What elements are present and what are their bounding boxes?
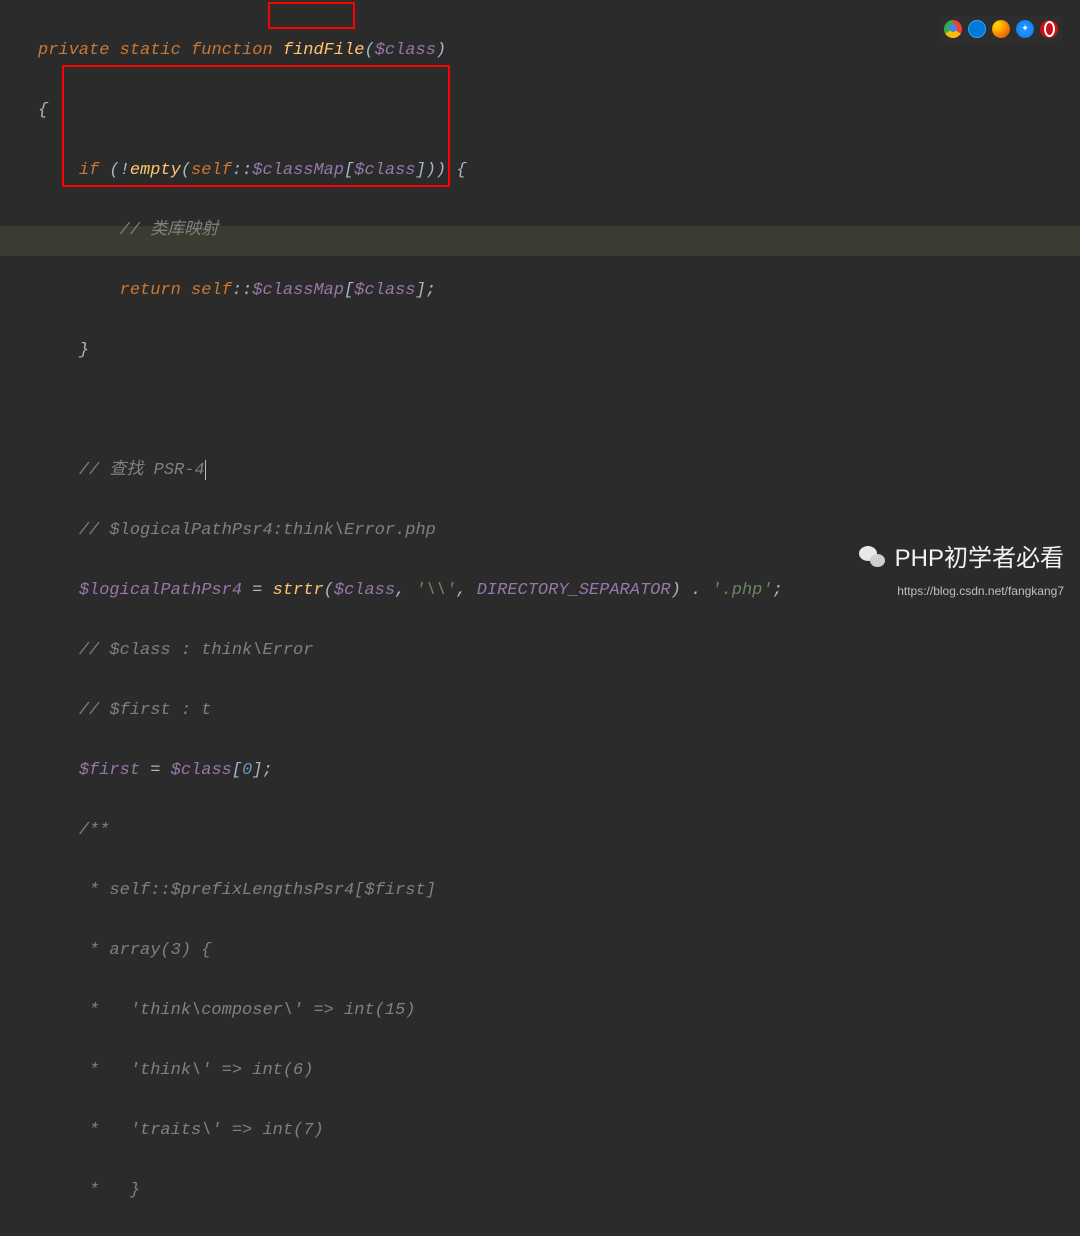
code-line: /** <box>38 816 1072 846</box>
code-line: * array(3) { <box>38 936 1072 966</box>
code-line <box>38 396 1072 426</box>
code-line: private static function findFile($class) <box>38 36 1072 66</box>
code-line: // $logicalPathPsr4:think\Error.php <box>38 516 1072 546</box>
code-line: * 'think\composer\' => int(15) <box>38 996 1072 1026</box>
code-line: // 类库映射 <box>38 216 1072 246</box>
wechat-icon <box>859 544 889 574</box>
code-line: return self::$classMap[$class]; <box>38 276 1072 306</box>
chrome-icon[interactable] <box>944 20 962 38</box>
firefox-icon[interactable] <box>992 20 1010 38</box>
opera-icon[interactable] <box>1040 20 1058 38</box>
safari-icon[interactable] <box>1016 20 1034 38</box>
code-line: } <box>38 336 1072 366</box>
code-editor[interactable]: private static function findFile($class)… <box>0 0 1080 1236</box>
code-line: * 'traits\' => int(7) <box>38 1116 1072 1146</box>
code-line: * } <box>38 1176 1072 1206</box>
code-line: { <box>38 96 1072 126</box>
code-line: // 查找 PSR-4 <box>38 456 1072 486</box>
watermark-url: https://blog.csdn.net/fangkang7 <box>859 576 1064 606</box>
code-line: $first = $class[0]; <box>38 756 1072 786</box>
watermark-title: PHP初学者必看 <box>895 544 1064 574</box>
watermark: PHP初学者必看 https://blog.csdn.net/fangkang7 <box>859 544 1064 606</box>
code-line: * self::$prefixLengthsPsr4[$first] <box>38 876 1072 906</box>
code-line: if (!empty(self::$classMap[$class])) { <box>38 156 1072 186</box>
edge-icon[interactable] <box>968 20 986 38</box>
code-line: * 'think\' => int(6) <box>38 1056 1072 1086</box>
text-cursor <box>205 460 206 480</box>
code-line: // $class : think\Error <box>38 636 1072 666</box>
code-line: // $first : t <box>38 696 1072 726</box>
browser-icons-toolbar <box>940 16 1062 42</box>
